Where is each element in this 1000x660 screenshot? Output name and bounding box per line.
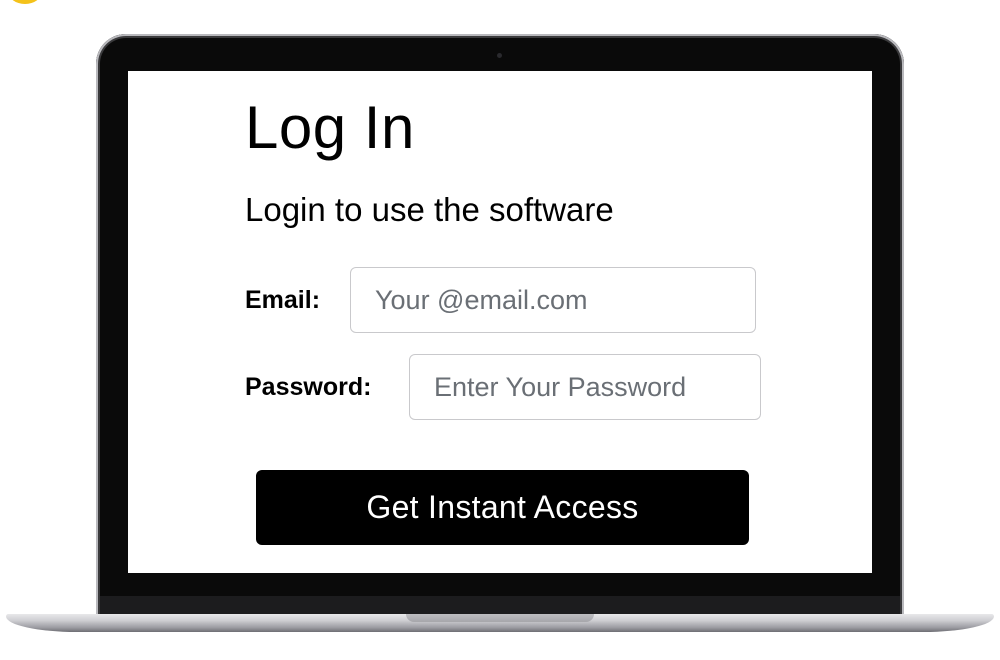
password-label: Password: xyxy=(245,373,372,401)
laptop-base-notch xyxy=(406,614,594,622)
decorative-yellow-circle xyxy=(8,0,42,4)
page-subtitle: Login to use the software xyxy=(245,191,614,228)
email-label: Email: xyxy=(245,286,321,314)
email-field[interactable] xyxy=(350,267,756,333)
laptop-screen: Log In Login to use the software Email: … xyxy=(128,71,872,573)
laptop-bottom-bezel xyxy=(100,596,900,616)
get-instant-access-button[interactable]: Get Instant Access xyxy=(256,470,749,545)
page-title: Log In xyxy=(245,94,415,161)
password-field[interactable] xyxy=(409,354,761,420)
webcam-dot xyxy=(497,53,502,58)
laptop-mockup: Log In Login to use the software Email: … xyxy=(0,0,1000,660)
